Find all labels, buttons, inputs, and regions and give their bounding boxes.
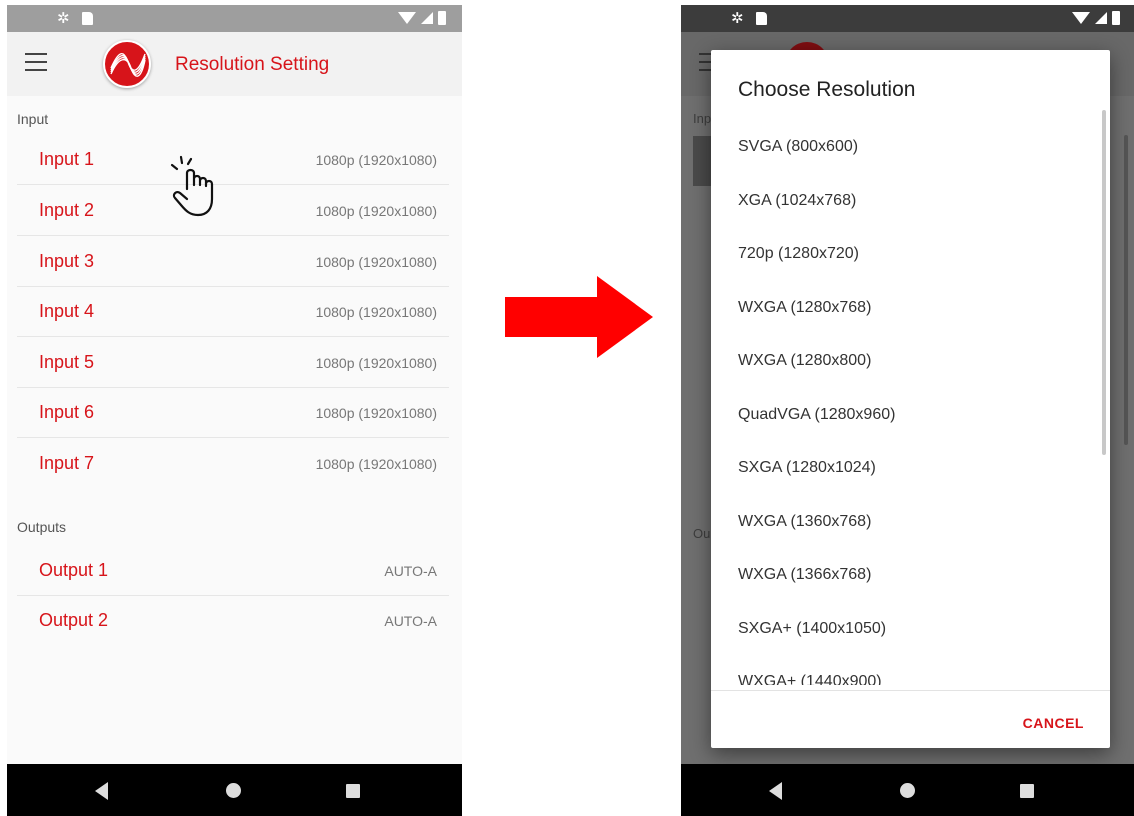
signal-icon (421, 12, 433, 24)
wifi-icon (398, 12, 416, 24)
resolution-option[interactable]: WXGA (1366x768) (711, 548, 1110, 602)
row-label: Input 1 (39, 149, 95, 169)
resolution-option[interactable]: SXGA (1280x1024) (711, 441, 1110, 495)
dialog-divider (711, 690, 1110, 691)
status-bar: ✲ (7, 5, 462, 32)
row-value: 1080p (1920x1080) (315, 355, 437, 371)
recents-icon[interactable] (1020, 784, 1034, 798)
row-value: 1080p (1920x1080) (315, 203, 437, 219)
gear-icon: ✲ (57, 10, 70, 27)
row-value: 1080p (1920x1080) (315, 456, 437, 472)
home-icon[interactable] (226, 783, 241, 798)
input-row-5[interactable]: Input 5 1080p (1920x1080) (17, 338, 449, 388)
row-label: Output 2 (39, 610, 109, 630)
resolution-option[interactable]: 720p (1280x720) (711, 227, 1110, 281)
nav-bar (681, 764, 1134, 816)
battery-icon (438, 11, 446, 25)
row-label: Output 1 (39, 560, 109, 580)
resolution-list[interactable]: SVGA (800x600) XGA (1024x768) 720p (1280… (711, 120, 1110, 685)
resolution-option[interactable]: XGA (1024x768) (711, 174, 1110, 228)
wifi-icon (1072, 12, 1090, 24)
resolution-setting-screen: ✲ Resolution Setting Input Input 1 1080p… (7, 5, 462, 816)
background-scrollbar (1124, 135, 1128, 445)
row-value: 1080p (1920x1080) (315, 152, 437, 168)
recents-icon[interactable] (346, 784, 360, 798)
dialog-scrollbar[interactable] (1102, 110, 1106, 455)
back-icon[interactable] (95, 782, 108, 800)
outputs-section-header: Outputs (17, 519, 67, 535)
app-bar: Resolution Setting (7, 32, 462, 96)
resolution-option[interactable]: QuadVGA (1280x960) (711, 388, 1110, 442)
input-row-7[interactable]: Input 7 1080p (1920x1080) (17, 439, 449, 489)
row-label: Input 4 (39, 301, 95, 321)
sd-card-icon (81, 12, 93, 25)
inputs-section-header: Input (17, 111, 49, 127)
resolution-option[interactable]: SVGA (800x600) (711, 120, 1110, 174)
output-row-1[interactable]: Output 1 AUTO-A (17, 546, 449, 596)
row-value: AUTO-A (384, 563, 437, 579)
resolution-option[interactable]: WXGA (1280x800) (711, 334, 1110, 388)
row-value: 1080p (1920x1080) (315, 304, 437, 320)
arrow-right-icon (505, 276, 653, 358)
row-label: Input 7 (39, 453, 95, 473)
gear-icon: ✲ (731, 10, 744, 27)
choose-resolution-dialog: Choose Resolution SVGA (800x600) XGA (10… (711, 50, 1110, 748)
wave-logo-icon (110, 53, 146, 77)
input-row-3[interactable]: Input 3 1080p (1920x1080) (17, 237, 449, 287)
dialog-title: Choose Resolution (738, 78, 916, 101)
row-label: Input 6 (39, 402, 95, 422)
app-logo (103, 40, 151, 88)
row-label: Input 3 (39, 251, 95, 271)
signal-icon (1095, 12, 1107, 24)
row-value: 1080p (1920x1080) (315, 254, 437, 270)
status-bar: ✲ (681, 5, 1134, 32)
home-icon[interactable] (900, 783, 915, 798)
battery-icon (1112, 11, 1120, 25)
row-label: Input 5 (39, 352, 95, 372)
output-row-2[interactable]: Output 2 AUTO-A (17, 596, 449, 646)
input-row-4[interactable]: Input 4 1080p (1920x1080) (17, 287, 449, 337)
row-label: Input 2 (39, 200, 95, 220)
input-row-6[interactable]: Input 6 1080p (1920x1080) (17, 388, 449, 438)
tap-hand-icon (170, 155, 214, 217)
row-value: 1080p (1920x1080) (315, 405, 437, 421)
page-title: Resolution Setting (175, 54, 330, 75)
resolution-option[interactable]: SXGA+ (1400x1050) (711, 602, 1110, 656)
resolution-option[interactable]: WXGA (1360x768) (711, 495, 1110, 549)
nav-bar (7, 764, 462, 816)
resolution-option[interactable]: WXGA+ (1440x900) (711, 655, 1110, 685)
menu-icon[interactable] (25, 53, 47, 71)
dimmed-outputs-header: Ou (693, 526, 711, 541)
row-value: AUTO-A (384, 613, 437, 629)
back-icon[interactable] (769, 782, 782, 800)
sd-card-icon (755, 12, 767, 25)
resolution-option[interactable]: WXGA (1280x768) (711, 281, 1110, 335)
choose-resolution-screen: ✲ Inp Ou Choose Resolution SVGA (800x600… (681, 5, 1134, 816)
cancel-button[interactable]: CANCEL (1023, 715, 1084, 731)
dimmed-inputs-header: Inp (693, 111, 712, 126)
